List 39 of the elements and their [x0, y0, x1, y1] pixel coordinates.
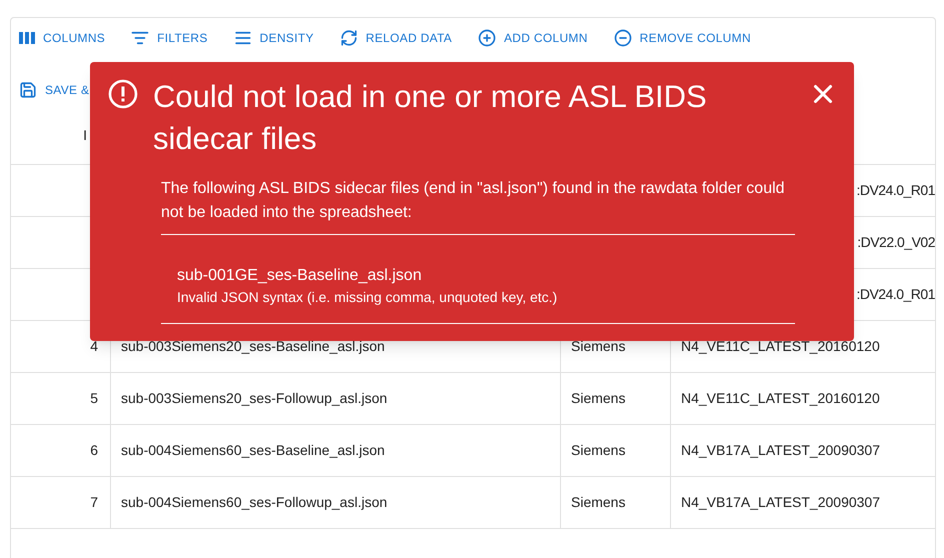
table-cell-text: sub-004Siemens60_ses-Followup_asl.json	[121, 493, 388, 512]
alert-message: The following ASL BIDS sidecar files (end in "asl.json") found in the rawdata folder could not be loaded into the spreadsheet:	[161, 177, 795, 235]
row-number: 4	[90, 337, 98, 356]
alert-title: Could not load in one or more ASL BIDS sidecar files	[153, 78, 708, 158]
table-cell-text: Siemens	[571, 441, 626, 460]
table-cell-text: N4_VB17A_LATEST_20090307	[681, 441, 880, 460]
toolbar-button[interactable]: FILTERS	[131, 23, 208, 53]
save-icon	[19, 81, 37, 99]
table-cell-text: Siemens	[571, 493, 626, 512]
file-name: sub-001GE_ses-Baseline_asl.json	[177, 266, 423, 286]
table-cell-text: sub-003Siemens20_ses-Followup_asl.json	[121, 389, 388, 408]
toolbar-button[interactable]: REMOVE COLUMN	[614, 23, 751, 53]
table-cell-text: N4_VB17A_LATEST_20090307	[681, 493, 880, 512]
table-cell-text: N4_VE11C_LATEST_20160120	[681, 389, 880, 408]
minus-circle-icon	[614, 29, 632, 47]
table-cell-text: :DV24.0_R01	[856, 181, 935, 200]
row-number: 7	[90, 493, 98, 512]
alert-icon	[108, 79, 138, 109]
columns-icon	[19, 32, 35, 44]
table-cell-text: :DV24.0_R01	[856, 285, 935, 304]
row-number: 5	[90, 389, 98, 408]
error-reason: Invalid JSON syntax (i.e. missing comma, unquoted key, etc.)	[177, 288, 558, 307]
column-header: I	[83, 126, 87, 144]
refresh-icon	[340, 29, 358, 47]
toolbar-button[interactable]: ADD COLUMN	[478, 23, 588, 53]
table-cell-text: Siemens	[571, 389, 626, 408]
toolbar-button[interactable]: COLUMNS	[19, 23, 106, 53]
toolbar-button[interactable]: RELOAD DATA	[340, 23, 452, 53]
table-cell-text: Siemens	[571, 337, 626, 356]
table-cell-text: sub-003Siemens20_ses-Baseline_asl.json	[121, 337, 385, 356]
density-icon	[234, 29, 252, 47]
filter-icon	[131, 29, 150, 47]
table-cell-text: :DV22.0_V02	[857, 233, 935, 252]
toolbar-button[interactable]: DENSITY	[234, 23, 314, 53]
table-cell-text: N4_VE11C_LATEST_20160120	[681, 337, 880, 356]
row-number: 6	[90, 441, 98, 460]
plus-circle-icon	[478, 29, 496, 47]
table-cell-text: sub-004Siemens60_ses-Baseline_asl.json	[121, 441, 385, 460]
toolbar-button[interactable]: SAVE &	[19, 75, 90, 105]
